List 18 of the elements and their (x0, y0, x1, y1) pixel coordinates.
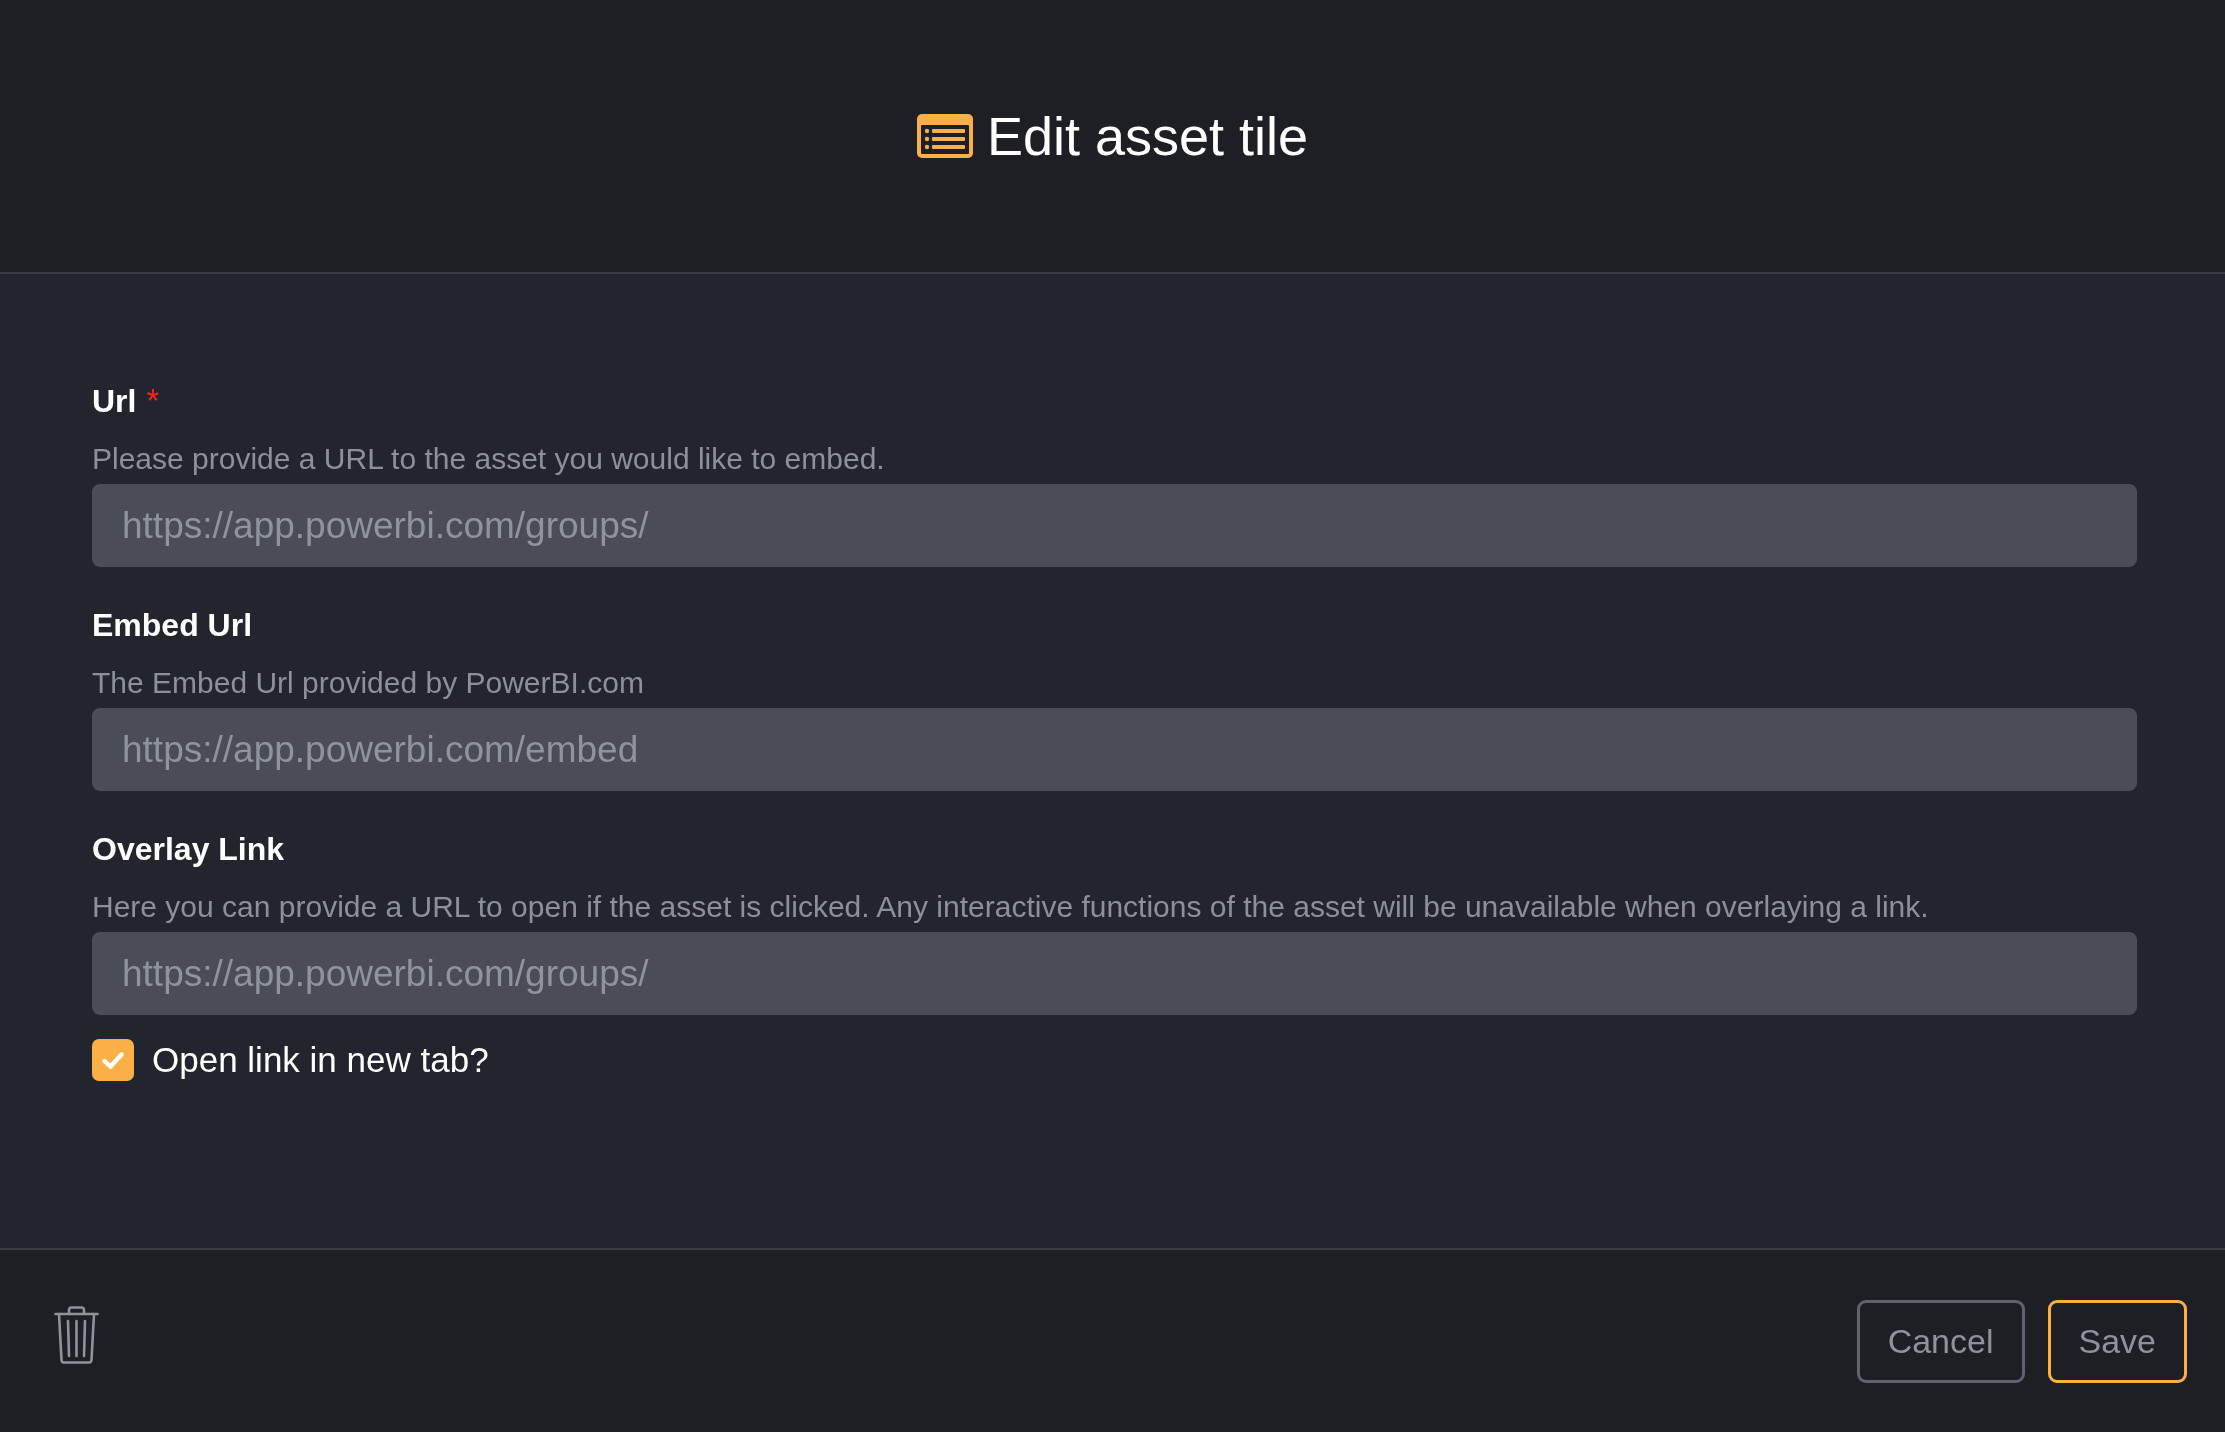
required-mark: * (146, 383, 160, 419)
input-field[interactable]: https://app.powerbi.com/groups/ (92, 932, 2137, 1015)
input-field[interactable]: https://app.powerbi.com/groups/ (92, 484, 2137, 567)
field-description: Here you can provide a URL to open if the asset is clicked. Any interactive functions of the asset will be unavailable when overlaying a link. (92, 889, 1930, 925)
checkbox[interactable] (92, 1039, 134, 1081)
checkbox-label: Open link in new tab? (152, 1039, 489, 1081)
field-label: Url (92, 383, 137, 419)
list-window-icon (916, 114, 973, 158)
dialog-title: Edit asset tile (986, 105, 1309, 168)
save-button[interactable]: Save (2047, 1299, 2187, 1383)
cancel-button[interactable]: Cancel (1856, 1299, 2025, 1383)
trash-icon[interactable] (54, 1306, 99, 1364)
field-description: The Embed Url provided by PowerBI.com (92, 665, 645, 701)
field-label: Embed Url (92, 607, 253, 643)
field-description: Please provide a URL to the asset you would like to embed. (92, 441, 886, 477)
field-label: Overlay Link (92, 831, 285, 867)
check-icon (102, 1051, 124, 1069)
input-field[interactable]: https://app.powerbi.com/embed (92, 708, 2137, 791)
